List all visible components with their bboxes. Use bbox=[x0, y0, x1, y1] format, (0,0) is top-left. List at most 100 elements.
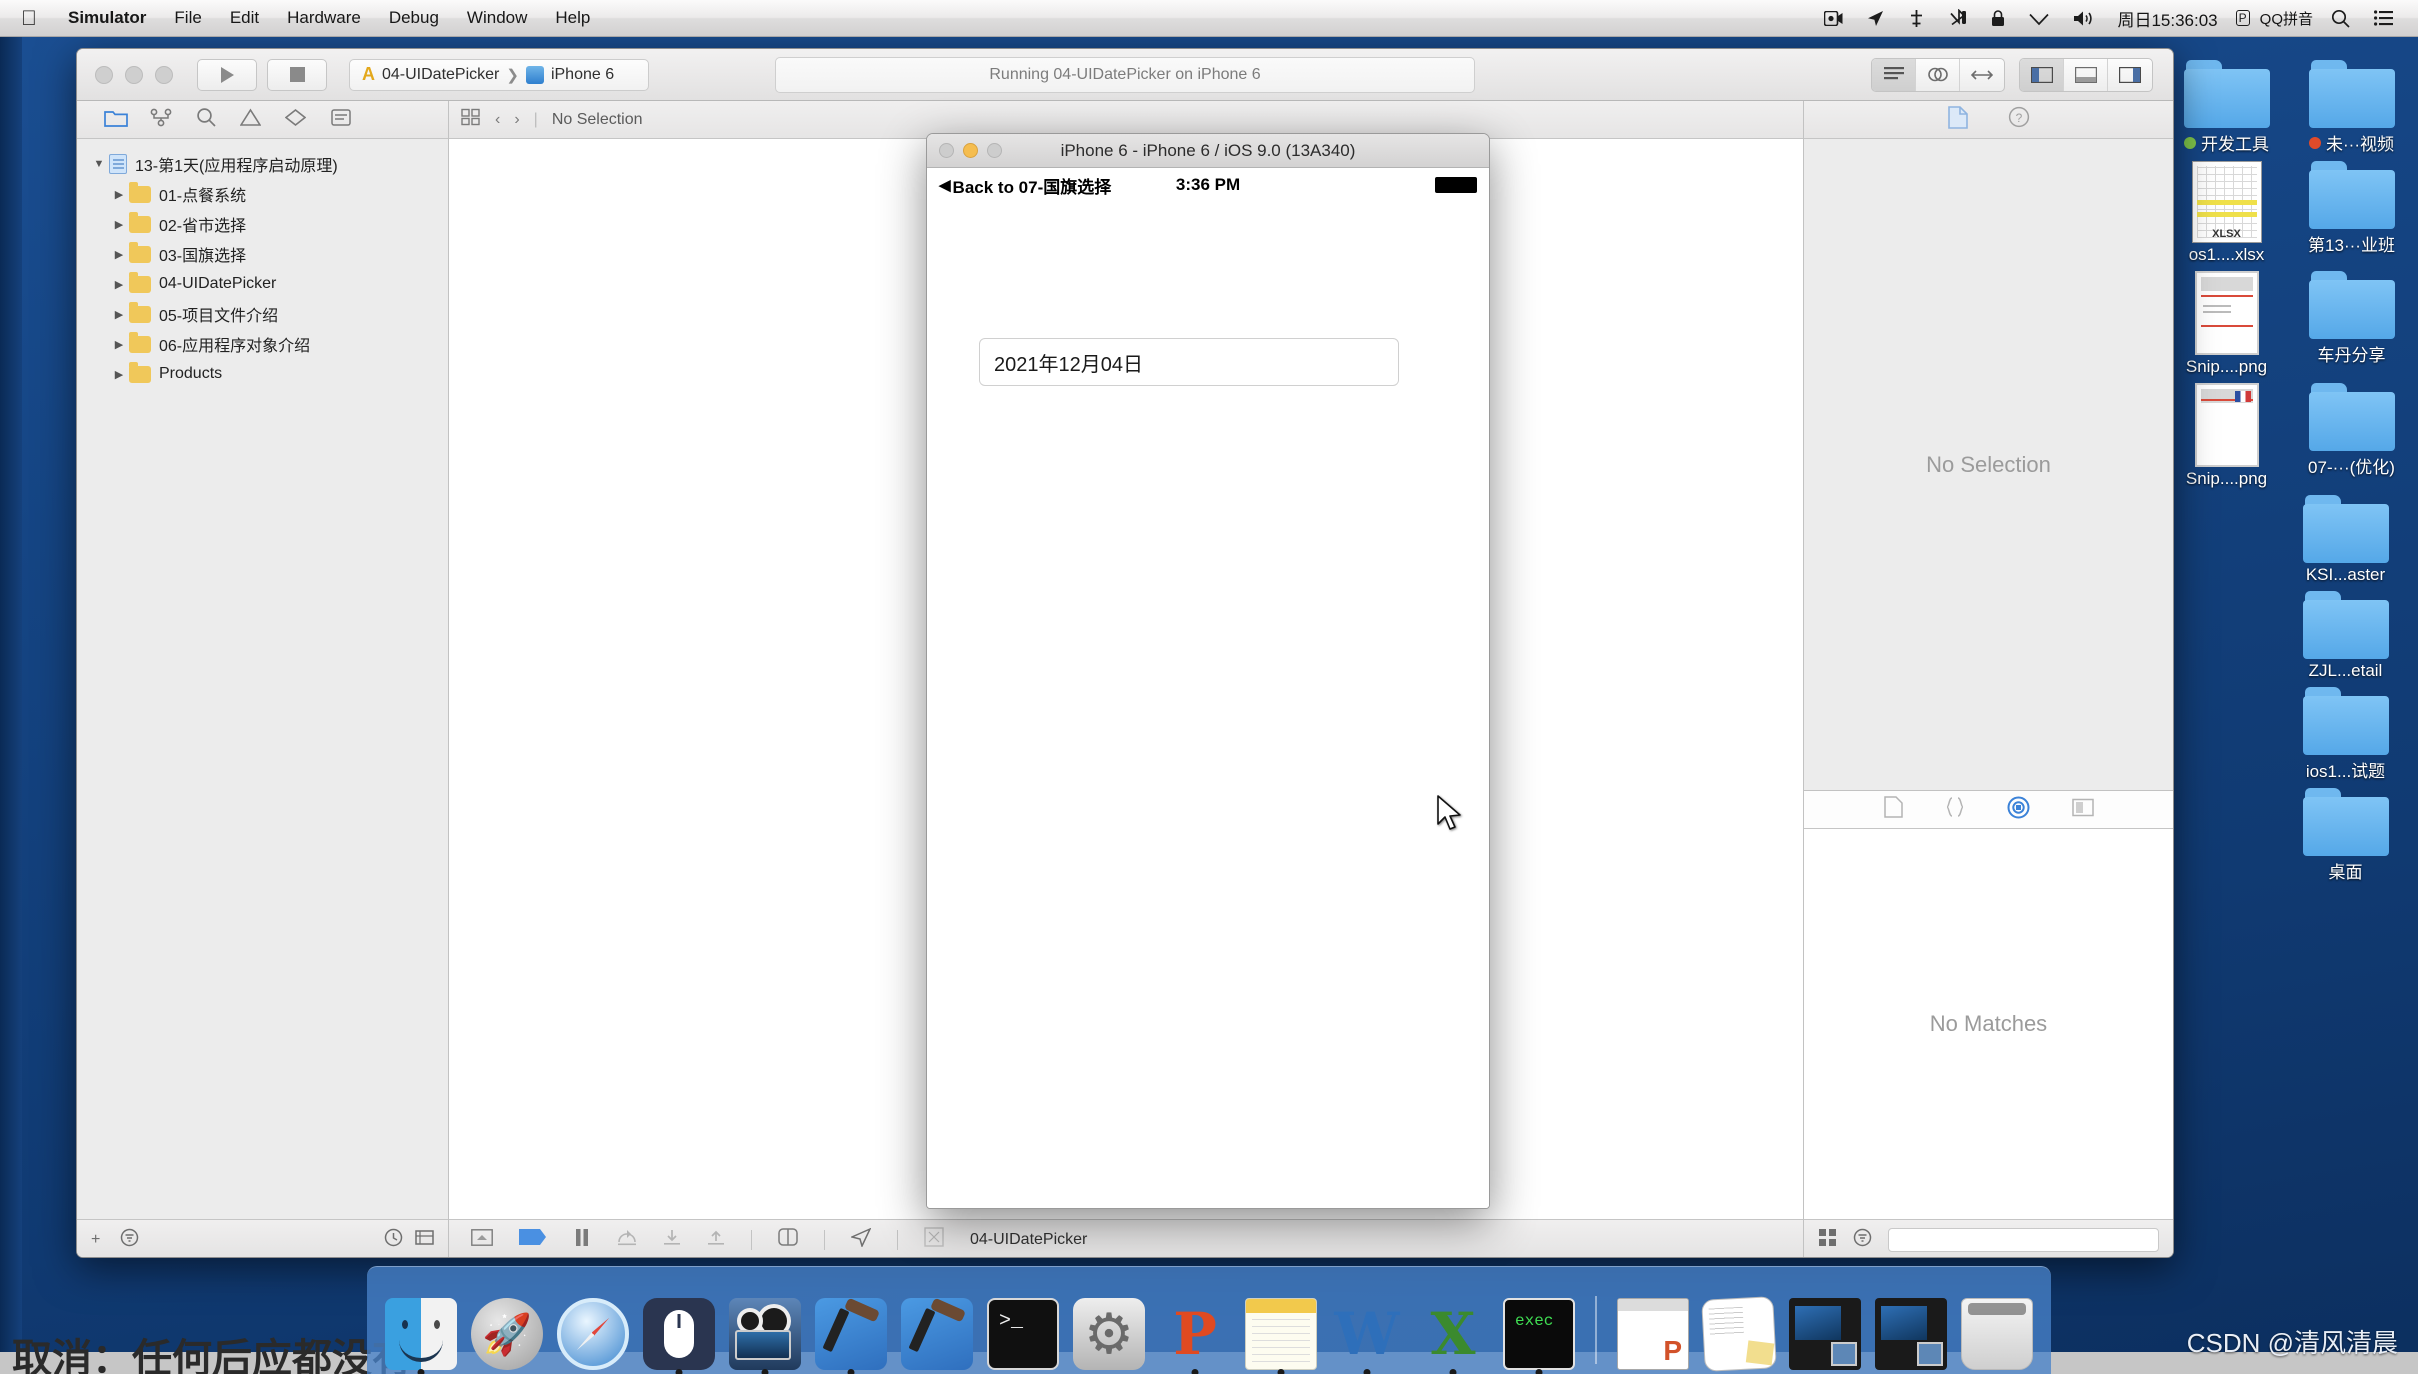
recent-files-icon[interactable] bbox=[384, 1228, 403, 1252]
back-arrow-icon[interactable]: ‹ bbox=[495, 111, 500, 129]
dock-item-quicktime[interactable] bbox=[727, 1294, 803, 1374]
dock-item-powerpoint[interactable] bbox=[1157, 1294, 1233, 1374]
dock-item-document-window[interactable] bbox=[1615, 1294, 1691, 1370]
issue-navigator-tab-icon[interactable] bbox=[228, 108, 273, 132]
report-navigator-tab-icon[interactable] bbox=[318, 108, 363, 132]
assistant-editor-button[interactable] bbox=[1916, 58, 1960, 91]
dock-item-mouse-app[interactable] bbox=[641, 1294, 717, 1374]
desktop-icon-5[interactable]: 车丹分享 bbox=[2289, 271, 2414, 377]
desktop-icon-6[interactable]: Snip....png bbox=[2164, 383, 2289, 489]
tree-row-group[interactable]: ▶ 04-UIDatePicker bbox=[77, 269, 448, 299]
version-editor-button[interactable] bbox=[1960, 59, 2004, 91]
object-library-tab-icon[interactable] bbox=[2007, 796, 2030, 824]
volume-icon[interactable] bbox=[2061, 10, 2107, 27]
dock-item-exec-terminal[interactable] bbox=[1501, 1294, 1577, 1374]
tree-row-group[interactable]: ▶ 02-省市选择 bbox=[77, 209, 448, 239]
toggle-utilities-button[interactable] bbox=[2108, 59, 2152, 91]
spotlight-search-icon[interactable] bbox=[2319, 9, 2362, 28]
dock-item-xcode[interactable] bbox=[813, 1294, 889, 1374]
disclosure-triangle-icon[interactable]: ▶ bbox=[109, 338, 129, 351]
tree-row-group[interactable]: ▶ 01-点餐系统 bbox=[77, 179, 448, 209]
view-debugging-icon[interactable] bbox=[778, 1228, 798, 1251]
standard-editor-button[interactable] bbox=[1872, 58, 1916, 91]
dock-item-document-page[interactable] bbox=[1701, 1294, 1777, 1372]
disclosure-triangle-icon[interactable]: ▶ bbox=[109, 278, 129, 291]
dock-item-screenshot-2[interactable] bbox=[1873, 1294, 1949, 1370]
desktop-icon-7[interactable]: 07-···(优化) bbox=[2289, 383, 2414, 489]
lock-icon[interactable] bbox=[1979, 9, 2017, 27]
source-control-filter-icon[interactable] bbox=[415, 1228, 434, 1252]
desktop-icon-0[interactable]: 开发工具 bbox=[2164, 60, 2289, 155]
dock-item-terminal[interactable] bbox=[985, 1294, 1061, 1370]
menu-item-hardware[interactable]: Hardware bbox=[273, 8, 375, 28]
zoom-button[interactable] bbox=[155, 65, 173, 84]
wifi-icon[interactable] bbox=[2017, 11, 2061, 26]
disclosure-triangle-icon[interactable]: ▶ bbox=[109, 188, 129, 201]
menu-item-edit[interactable]: Edit bbox=[216, 8, 273, 28]
menu-item-debug[interactable]: Debug bbox=[375, 8, 453, 28]
toggle-debug-area-button[interactable] bbox=[2064, 58, 2108, 91]
desktop-icon-2[interactable]: XLSX os1....xlsx bbox=[2164, 161, 2289, 265]
file-inspector-tab-icon[interactable] bbox=[1947, 105, 1968, 134]
desktop-icon-9[interactable]: ZJL...etail bbox=[2283, 591, 2408, 681]
simulator-minimize-button[interactable] bbox=[963, 143, 978, 158]
menu-item-window[interactable]: Window bbox=[453, 8, 541, 28]
ime-badge-icon[interactable]: P bbox=[2228, 10, 2258, 26]
related-items-icon[interactable] bbox=[461, 108, 481, 131]
tree-row-project[interactable]: ▼ 13-第1天(应用程序启动原理) bbox=[77, 149, 448, 179]
step-over-icon[interactable] bbox=[617, 1229, 637, 1251]
tree-row-group[interactable]: ▶ 05-项目文件介绍 bbox=[77, 299, 448, 329]
menu-bar-clock[interactable]: 周日15:36:03 bbox=[2107, 6, 2227, 31]
scheme-selector[interactable]: A 04-UIDatePicker ❯ iPhone 6 bbox=[349, 58, 649, 91]
step-out-icon[interactable] bbox=[707, 1229, 725, 1251]
dock-item-screenshot-1[interactable] bbox=[1787, 1294, 1863, 1370]
dock-item-word[interactable] bbox=[1329, 1294, 1405, 1374]
minimize-button[interactable] bbox=[125, 65, 143, 84]
disclosure-triangle-icon[interactable]: ▶ bbox=[109, 248, 129, 261]
code-snippet-library-tab-icon[interactable] bbox=[1945, 796, 1965, 823]
location-simulate-icon[interactable] bbox=[849, 1226, 872, 1252]
close-button[interactable] bbox=[95, 65, 113, 84]
quick-help-tab-icon[interactable]: ? bbox=[2008, 106, 2030, 133]
desktop-icon-10[interactable]: ios1...试题 bbox=[2283, 687, 2408, 782]
date-text-field[interactable]: 2021年12月04日 bbox=[979, 338, 1399, 386]
dock-item-safari[interactable] bbox=[555, 1294, 631, 1370]
dock-item-trash[interactable] bbox=[1959, 1294, 2035, 1370]
disclosure-triangle-icon[interactable]: ▶ bbox=[109, 368, 129, 381]
disclosure-triangle-icon[interactable]: ▶ bbox=[109, 308, 129, 321]
step-into-icon[interactable] bbox=[663, 1229, 681, 1251]
desktop-icon-4[interactable]: Snip....png bbox=[2164, 271, 2289, 377]
apple-logo-icon[interactable]:  bbox=[16, 8, 42, 29]
tree-row-group[interactable]: ▶ 03-国旗选择 bbox=[77, 239, 448, 269]
airplay-icon[interactable] bbox=[1896, 9, 1937, 27]
breakpoint-toggle-icon[interactable] bbox=[519, 1229, 547, 1250]
dock-item-excel[interactable] bbox=[1415, 1294, 1491, 1374]
library-filter-input[interactable] bbox=[1888, 1227, 2159, 1252]
disclosure-triangle-icon[interactable]: ▶ bbox=[109, 218, 129, 231]
simulator-close-button[interactable] bbox=[939, 143, 954, 158]
tree-row-products[interactable]: ▶ Products bbox=[77, 359, 448, 389]
dock-item-finder[interactable] bbox=[383, 1294, 459, 1374]
filter-icon[interactable] bbox=[120, 1228, 139, 1252]
dock-item-launchpad[interactable] bbox=[469, 1294, 545, 1370]
forward-arrow-icon[interactable]: › bbox=[514, 111, 519, 129]
bluetooth-icon[interactable] bbox=[1937, 9, 1979, 27]
control-center-icon[interactable] bbox=[2362, 10, 2406, 26]
debug-navigator-tab-icon[interactable] bbox=[273, 108, 318, 132]
ime-label[interactable]: QQ拼音 bbox=[2258, 8, 2319, 29]
location-icon[interactable] bbox=[1855, 10, 1896, 27]
pause-continue-icon[interactable] bbox=[573, 1228, 591, 1251]
menu-item-file[interactable]: File bbox=[160, 8, 215, 28]
disclosure-triangle-icon[interactable]: ▼ bbox=[89, 158, 109, 170]
library-grid-view-icon[interactable] bbox=[1818, 1228, 1837, 1252]
desktop-icon-1[interactable]: 未···视频 bbox=[2289, 60, 2414, 155]
media-library-tab-icon[interactable] bbox=[2071, 798, 2094, 822]
desktop-icon-8[interactable]: KSI...aster bbox=[2283, 495, 2408, 585]
desktop-icon-11[interactable]: 桌面 bbox=[2283, 788, 2408, 883]
dock-item-notes[interactable] bbox=[1243, 1294, 1319, 1374]
source-control-tab-icon[interactable] bbox=[138, 108, 183, 132]
menu-item-simulator[interactable]: Simulator bbox=[54, 8, 160, 28]
hide-debug-area-icon[interactable] bbox=[471, 1228, 493, 1251]
file-template-library-tab-icon[interactable] bbox=[1883, 796, 1903, 823]
dock-item-xcode-simulator[interactable] bbox=[899, 1294, 975, 1370]
